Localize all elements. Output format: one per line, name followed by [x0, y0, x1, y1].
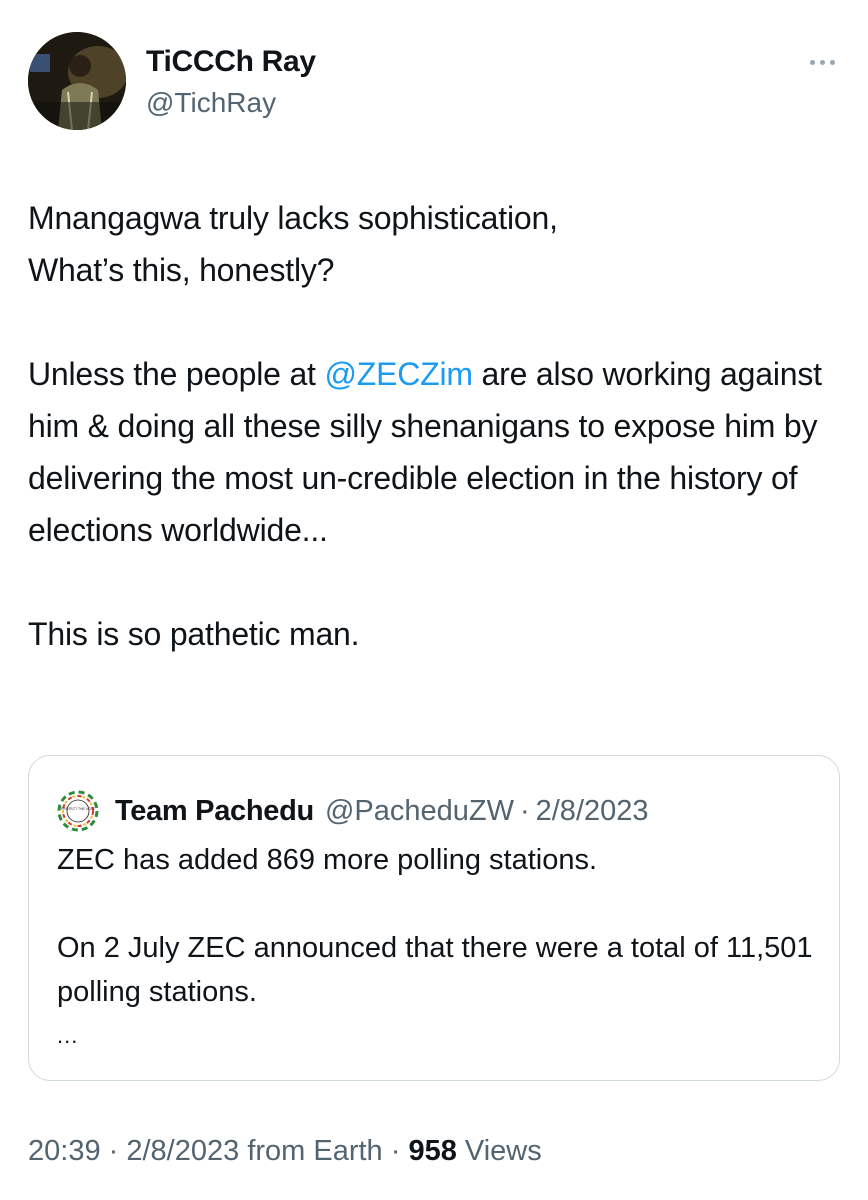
views-label: Views	[464, 1135, 542, 1167]
more-dot-icon	[809, 59, 815, 65]
quoted-author-avatar: PROTECT THE VOTE	[57, 790, 99, 832]
pachedu-logo-icon: PROTECT THE VOTE	[57, 790, 99, 832]
quoted-tweet-header: PROTECT THE VOTE Team Pachedu @PacheduZW…	[57, 790, 649, 832]
logo-text: PROTECT THE VOTE	[61, 807, 96, 811]
quoted-tweet-text: ZEC has added 869 more polling stations.…	[57, 838, 827, 1058]
author-display-name[interactable]: TiCCCh Ray	[146, 45, 316, 79]
quoted-tweet-date: 2/8/2023	[535, 794, 649, 827]
more-options-button[interactable]	[800, 40, 844, 84]
quoted-line: ZEC has added 869 more polling stations.	[57, 844, 598, 876]
meta-separator: ·	[100, 1135, 127, 1167]
tweet-text-segment: Unless the people at	[28, 356, 325, 392]
truncation-ellipsis: ...	[57, 1023, 79, 1048]
author-handle[interactable]: @TichRay	[146, 87, 276, 119]
quoted-line: On 2 July ZEC announced that there were …	[57, 932, 813, 1008]
quoted-author-handle: @PacheduZW	[324, 794, 514, 827]
tweet-paragraph: This is so pathetic man.	[28, 616, 360, 652]
author-avatar[interactable]	[28, 32, 126, 130]
quoted-tweet[interactable]: PROTECT THE VOTE Team Pachedu @PacheduZW…	[28, 755, 840, 1081]
tweet-paragraph: Unless the people at @ZECZim are also wo…	[28, 348, 843, 556]
tweet-time[interactable]: 20:39	[28, 1135, 101, 1167]
meta-separator: ·	[382, 1135, 409, 1167]
tweet-source: from Earth	[247, 1135, 383, 1167]
tweet-metadata: 20:39 · 2/8/2023 from Earth · 958 Views	[28, 1135, 542, 1168]
mention-link[interactable]: @ZECZim	[324, 356, 473, 392]
tweet-line: Mnangagwa truly lacks sophistication,	[28, 200, 558, 236]
tweet-date[interactable]: 2/8/2023	[126, 1135, 239, 1167]
tweet-line: What’s this, honestly?	[28, 252, 335, 288]
tweet-text: Mnangagwa truly lacks sophistication, Wh…	[28, 192, 843, 660]
avatar-photo	[28, 32, 126, 130]
quoted-author-name: Team Pachedu	[115, 794, 314, 827]
more-dot-icon	[829, 59, 835, 65]
more-dot-icon	[819, 59, 825, 65]
views-count: 958	[408, 1135, 457, 1167]
dot-separator: ·	[519, 794, 530, 827]
tweet: TiCCCh Ray @TichRay Mnangagwa truly lack…	[0, 0, 868, 1200]
